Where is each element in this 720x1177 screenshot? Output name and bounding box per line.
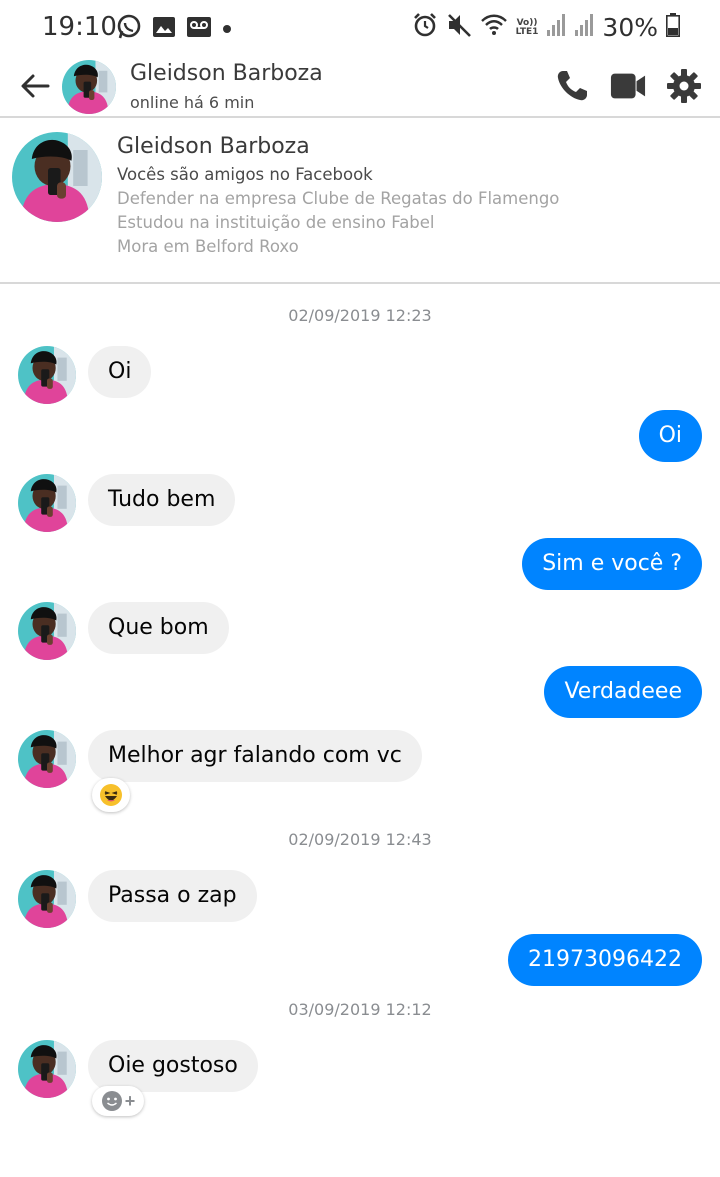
contact-status: online há 6 min <box>130 93 255 112</box>
timestamp: 03/09/2019 12:12 <box>288 1000 432 1019</box>
avatar[interactable] <box>18 730 76 788</box>
avatar[interactable] <box>18 602 76 660</box>
avatar[interactable] <box>18 870 76 928</box>
settings-button[interactable] <box>666 68 702 104</box>
dot-icon <box>222 21 232 39</box>
timestamp: 02/09/2019 12:43 <box>288 830 432 849</box>
message-bubble-outgoing[interactable]: Oi <box>638 410 702 462</box>
message-bubble-outgoing[interactable]: 21973096422 <box>508 934 702 986</box>
alarm-icon <box>412 12 438 43</box>
volte-indicator: Vo)) LTE1 <box>515 18 539 37</box>
signal-icon <box>546 13 566 42</box>
profile-work: Defender na empresa Clube de Regatas do … <box>117 189 560 208</box>
avatar[interactable] <box>62 60 116 114</box>
message-bubble-outgoing[interactable]: Verdadeee <box>544 666 702 718</box>
battery-percent: 30% <box>602 13 658 42</box>
status-bar: 19:10 Vo)) LTE1 30% <box>0 0 720 56</box>
profile-name: Gleidson Barboza <box>117 134 310 159</box>
timestamp: 02/09/2019 12:23 <box>288 306 432 325</box>
add-reaction-button[interactable]: + <box>92 1086 144 1116</box>
profile-card: Gleidson Barboza Vocês são amigos no Fac… <box>0 120 720 284</box>
video-camera-icon <box>610 73 646 99</box>
wifi-icon <box>480 12 508 43</box>
profile-home: Mora em Belford Roxo <box>117 237 299 256</box>
profile-education: Estudou na instituição de ensino Fabel <box>117 213 435 232</box>
gear-icon <box>667 69 701 103</box>
back-button[interactable] <box>18 68 54 104</box>
message-bubble-incoming[interactable]: Tudo bem <box>88 474 236 526</box>
message-bubble-incoming[interactable]: Passa o zap <box>88 870 257 922</box>
mute-icon <box>446 12 472 43</box>
message-bubble-outgoing[interactable]: Sim e você ? <box>522 538 702 590</box>
phone-icon <box>557 71 587 101</box>
network-label: LTE1 <box>515 26 539 37</box>
contact-name[interactable]: Gleidson Barboza <box>130 61 323 86</box>
gallery-icon <box>152 15 176 44</box>
whatsapp-icon <box>116 14 142 45</box>
laughing-emoji-icon <box>100 784 122 806</box>
avatar[interactable] <box>18 1040 76 1098</box>
status-time: 19:10 <box>42 12 117 42</box>
message-reaction[interactable] <box>92 778 130 812</box>
arrow-left-icon <box>21 74 50 98</box>
battery-icon <box>666 13 680 42</box>
signal-icon <box>574 13 594 42</box>
call-button[interactable] <box>554 68 590 104</box>
message-bubble-incoming[interactable]: Oie gostoso <box>88 1040 258 1092</box>
smiley-icon <box>101 1091 122 1111</box>
video-call-button[interactable] <box>610 68 646 104</box>
message-bubble-incoming[interactable]: Oi <box>88 346 152 398</box>
avatar[interactable] <box>12 132 102 222</box>
avatar[interactable] <box>18 474 76 532</box>
chat-header: Gleidson Barboza online há 6 min <box>0 56 720 118</box>
avatar[interactable] <box>18 346 76 404</box>
profile-friends: Vocês são amigos no Facebook <box>117 165 373 184</box>
message-bubble-incoming[interactable]: Melhor agr falando com vc <box>88 730 422 782</box>
voicemail-icon <box>186 15 212 44</box>
message-bubble-incoming[interactable]: Que bom <box>88 602 229 654</box>
plus-icon: + <box>124 1091 136 1111</box>
